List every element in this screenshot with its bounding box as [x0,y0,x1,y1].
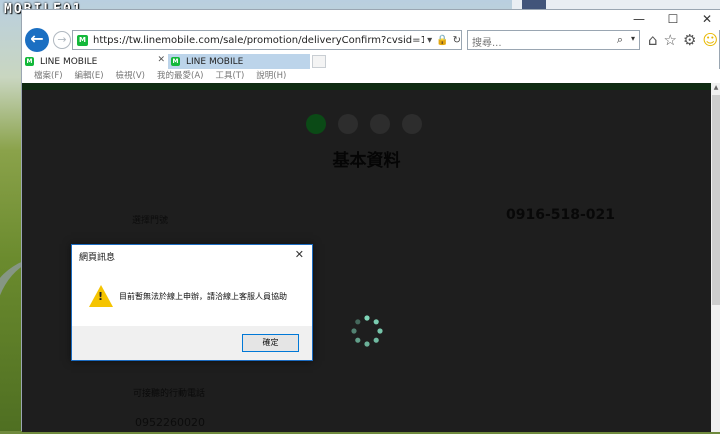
menu-edit[interactable]: 編輯(E) [75,69,104,83]
dropdown-icon[interactable]: ▾ [427,35,432,46]
browser-window: — ☐ ✕ ← → M https://tw.linemobile.com/sa… [21,9,720,432]
tab-label: LINE MOBILE [40,56,98,67]
menu-tools[interactable]: 工具(T) [215,69,244,83]
feedback-smiley-icon[interactable]: ☺ [702,31,718,49]
dialog-footer: 確定 [72,326,312,360]
ok-button[interactable]: 確定 [242,334,299,352]
tab-bar: M LINE MOBILE ✕ M LINE MOBILE [22,54,720,69]
loading-spinner-icon [351,315,383,347]
back-button[interactable]: ← [25,28,49,52]
tab-line-mobile-1[interactable]: M LINE MOBILE ✕ [22,54,167,69]
new-tab-button[interactable] [312,55,326,68]
step-2 [338,114,358,134]
contact-phone-label: 可接聽的行動電話 [133,389,206,399]
dialog-close-icon[interactable]: ✕ [295,248,304,261]
menu-file[interactable]: 檔案(F) [34,69,63,83]
favorites-star-icon[interactable]: ☆ [664,31,677,49]
title-bar: — ☐ ✕ [22,10,720,30]
minimize-button[interactable]: — [633,12,645,26]
search-box: ⌕ ▾ [467,30,640,53]
address-url[interactable]: https://tw.linemobile.com/sale/promotion… [93,35,424,46]
phone-number-label: 選擇門號 [132,216,169,226]
step-4 [402,114,422,134]
search-dropdown-icon[interactable]: ▾ [631,34,635,43]
tab-label: LINE MOBILE [186,56,244,67]
page-title: 基本資料 [332,151,401,171]
scroll-up-icon[interactable]: ▲ [711,83,720,93]
forward-button[interactable]: → [53,31,71,49]
tab-favicon-icon: M [25,57,34,66]
navigation-bar: ← → M https://tw.linemobile.com/sale/pro… [22,28,720,54]
site-header-bar [22,83,711,90]
menu-view[interactable]: 檢視(V) [116,69,145,83]
tab-line-mobile-2[interactable]: M LINE MOBILE [168,54,310,69]
step-1 [306,114,326,134]
home-icon[interactable]: ⌂ [648,31,658,49]
site-favicon-icon: M [77,34,88,46]
close-button[interactable]: ✕ [701,12,713,26]
menu-favorites[interactable]: 我的最愛(A) [157,69,203,83]
maximize-button[interactable]: ☐ [667,12,679,26]
refresh-icon[interactable]: ↻ [453,35,461,46]
search-input[interactable] [468,34,598,53]
phone-number: 0916-518-021 [506,207,616,223]
menu-help[interactable]: 說明(H) [256,69,286,83]
menu-bar: 檔案(F) 編輯(E) 檢視(V) 我的最愛(A) 工具(T) 說明(H) [22,69,720,83]
search-icon[interactable]: ⌕ [617,33,623,47]
scrollbar-thumb[interactable] [712,95,720,305]
vertical-scrollbar[interactable]: ▲ [711,83,720,432]
tab-close-icon[interactable]: ✕ [157,55,165,65]
alert-dialog: 網頁訊息 ✕ ! 目前暫無法於線上申辦，請洽線上客服人員協助 確定 [71,244,313,361]
dialog-message: 目前暫無法於線上申辦，請洽線上客服人員協助 [119,292,287,301]
step-3 [370,114,390,134]
step-indicator [306,114,422,134]
address-bar[interactable]: M https://tw.linemobile.com/sale/promoti… [72,30,462,50]
lock-icon[interactable]: 🔒 [436,35,448,46]
tab-favicon-icon: M [171,57,180,66]
warning-exclamation: ! [98,290,104,303]
contact-phone-field[interactable]: 0952260020 [135,416,205,429]
dialog-title: 網頁訊息 [79,253,116,263]
gear-icon[interactable]: ⚙ [683,31,696,49]
